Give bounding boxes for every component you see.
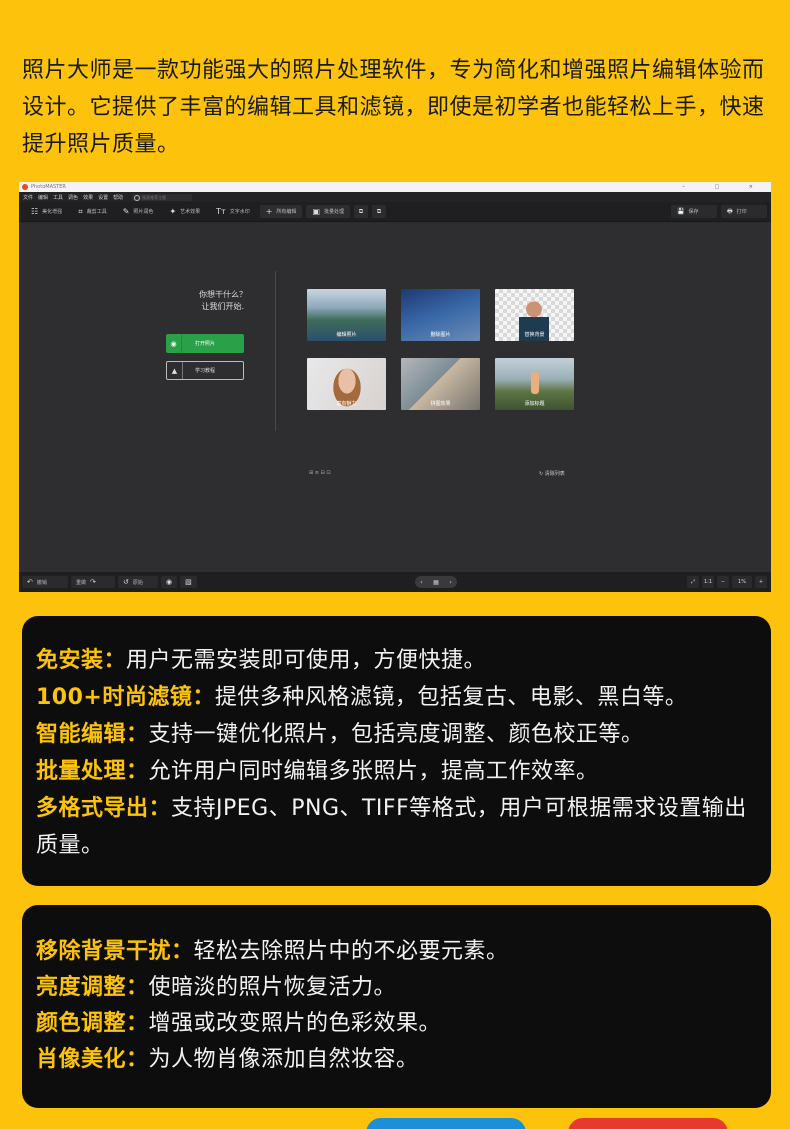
search-input[interactable]: 搜索推荐主题: [132, 193, 193, 201]
undo-button[interactable]: ↶ 撤销: [22, 576, 68, 588]
feature-item: 多格式导出：支持JPEG、PNG、TIFF等格式，用户可根据需求设置输出质量。: [36, 796, 747, 858]
buy-button[interactable]: [568, 1118, 728, 1129]
feature-item: 智能编辑：支持一键优化照片，包括亮度调整、颜色校正等。: [36, 722, 644, 747]
next-icon[interactable]: ›: [449, 579, 451, 586]
feature-item: 移除背景干扰：轻松去除照片中的不必要元素。: [36, 939, 509, 964]
save-icon: 💾: [677, 208, 685, 215]
title-bar: PhotoMASTER – □ ×: [19, 182, 771, 192]
feature-item: 亮度调整：使暗淡的照片恢复活力。: [36, 975, 397, 1000]
enhance-button[interactable]: ☷ 美化增强: [25, 205, 68, 218]
app-title: PhotoMASTER: [31, 184, 66, 190]
zoom-ratio[interactable]: 1:1: [701, 576, 714, 588]
text-icon: Tт: [216, 207, 226, 216]
feature-item: 肖像美化：为人物肖像添加自然妆容。: [36, 1047, 419, 1072]
welcome-subtitle: 让我们开始.: [201, 302, 244, 311]
tile-add-caption[interactable]: 添加标题: [495, 358, 574, 410]
features-card-1: 免安装：用户无需安装即可使用，方便快捷。 100+时尚滤镜：提供多种风格滤镜，包…: [22, 616, 771, 886]
plus-icon: +: [265, 207, 273, 216]
tile-collage[interactable]: 拼图效果: [401, 358, 480, 410]
menu-effects[interactable]: 效果: [83, 194, 93, 201]
menu-edit[interactable]: 编辑: [38, 194, 48, 201]
print-button[interactable]: 🖶 打印: [721, 205, 767, 218]
retouch-button[interactable]: ✎ 照片润色: [117, 205, 160, 218]
menu-file[interactable]: 文件: [23, 194, 33, 201]
text-watermark-button[interactable]: Tт 文字水印: [210, 205, 256, 218]
menu-color[interactable]: 调色: [68, 194, 78, 201]
redo-button[interactable]: 重做 ↷: [71, 576, 115, 588]
view-options[interactable]: ⊞ ≡ ⊟ ⊡: [309, 470, 331, 476]
menu-help[interactable]: 帮助: [113, 194, 123, 201]
batch-icon: ▣: [312, 207, 320, 216]
zoom-out-icon[interactable]: −: [717, 576, 729, 588]
fit-screen-icon[interactable]: ⤢: [686, 576, 699, 588]
image-navigator[interactable]: ‹ ▦ ›: [415, 576, 457, 588]
feature-item: 100+时尚滤镜：提供多种风格滤镜，包括复古、电影、黑白等。: [36, 685, 688, 710]
features-card-2: 移除背景干扰：轻松去除照片中的不必要元素。 亮度调整：使暗淡的照片恢复活力。 颜…: [22, 905, 771, 1108]
feature-item: 颜色调整：增强或改变照片的色彩效果。: [36, 1011, 442, 1036]
window-controls[interactable]: – □ ×: [682, 182, 767, 192]
split-view-icon[interactable]: ▧: [180, 576, 197, 588]
art-effects-button[interactable]: ✦ 艺术效果: [163, 205, 206, 218]
download-button[interactable]: [366, 1118, 526, 1129]
reset-icon: ↺: [123, 578, 129, 586]
crop-icon: ⌗: [78, 206, 83, 216]
zoom-controls: ⤢ 1:1 − 1% +: [686, 576, 767, 588]
preview-eye-icon[interactable]: ◉: [161, 576, 178, 588]
feature-item: 批量处理：允许用户同时编辑多张照片，提高工作效率。: [36, 759, 599, 784]
figure-thumbnail: [531, 372, 539, 394]
tile-glamour[interactable]: 富有魅力: [307, 358, 386, 410]
history-icon[interactable]: ⧉: [372, 205, 387, 218]
menu-bar: 文件 编辑 工具 调色 效果 设置 帮助 搜索推荐主题: [19, 192, 771, 202]
save-button[interactable]: 💾 保存: [671, 205, 717, 218]
sliders-icon: ☷: [31, 207, 39, 216]
redo-icon: ↷: [90, 578, 96, 586]
print-icon: 🖶: [727, 207, 733, 215]
main-toolbar: ☷ 美化增强 ⌗ 裁剪工具 ✎ 照片润色 ✦ 艺术效果 Tт 文字水印 + 所有编辑 ▣ 批量…: [19, 202, 771, 222]
graduation-cap-icon: ▲: [167, 362, 183, 379]
reset-button[interactable]: ↺ 原始: [118, 576, 158, 588]
menu-tools[interactable]: 工具: [53, 194, 63, 201]
compare-icon[interactable]: ⧉: [354, 205, 369, 218]
intro-text: 照片大师是一款功能强大的照片处理软件，专为简化和增强照片编辑体验而设计。它提供了…: [22, 58, 765, 157]
zoom-in-icon[interactable]: +: [755, 576, 767, 588]
tile-edit-photo[interactable]: 编辑照片: [307, 289, 386, 341]
all-edits-button[interactable]: + 所有编辑: [259, 205, 303, 218]
open-photo-button[interactable]: ◉ 打开照片: [166, 334, 244, 353]
brush-icon: ✎: [122, 207, 130, 216]
magic-wand-icon: ✦: [169, 207, 177, 216]
feature-item: 免安装：用户无需安装即可使用，方便快捷。: [36, 648, 487, 673]
batch-button[interactable]: ▣ 批量处理: [306, 205, 351, 218]
panel-divider: [275, 271, 276, 431]
app-logo-icon: [22, 184, 28, 190]
crop-button[interactable]: ⌗ 裁剪工具: [72, 205, 113, 218]
prev-icon[interactable]: ‹: [420, 579, 422, 586]
tile-remove-object[interactable]: 删除图片: [401, 289, 480, 341]
tutorial-button[interactable]: ▲ 学习教程: [166, 361, 244, 380]
undo-icon: ↶: [27, 578, 33, 586]
zoom-value[interactable]: 1%: [732, 576, 752, 588]
camera-icon: ◉: [166, 334, 182, 353]
start-canvas: 你想干什么？ 让我们开始. ◉ 打开照片 ▲ 学习教程 编辑照片 删除图片 替换…: [19, 223, 771, 572]
bottom-bar: ↶ 撤销 重做 ↷ ↺ 原始 ◉ ▧ ‹ ▦ › ⤢ 1:1 − 1% +: [19, 572, 771, 592]
gallery-icon[interactable]: ▦: [433, 579, 439, 586]
clear-list-button[interactable]: ↻ 清除列表: [539, 470, 565, 477]
app-window: PhotoMASTER – □ × 文件 编辑 工具 调色 效果 设置 帮助 搜…: [19, 182, 771, 592]
welcome-question: 你想干什么？: [199, 290, 247, 299]
tile-replace-background[interactable]: 替换背景: [495, 289, 574, 341]
menu-settings[interactable]: 设置: [98, 194, 108, 201]
